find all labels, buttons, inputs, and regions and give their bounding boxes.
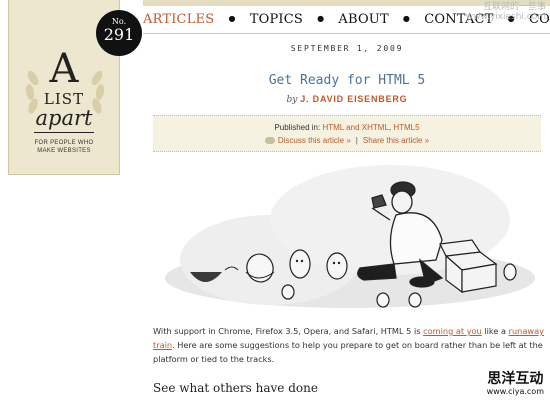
logo-letter: A [49, 46, 79, 92]
watermark-top-cn: 互联网的一些事 [482, 2, 546, 12]
issue-number-badge[interactable]: No. 291 [96, 10, 142, 56]
watermark-top: 互联网的一些事 www.yixieshi.com [466, 2, 546, 22]
nav-separator: ● [402, 14, 411, 23]
nav-separator: ● [228, 14, 236, 23]
watermark-bottom: 思洋互动 www.ciya.com [487, 371, 544, 396]
share-link[interactable]: Share this article » [363, 136, 429, 145]
para-text-2: like a [481, 326, 509, 336]
nav-item-about[interactable]: ABOUT [338, 12, 388, 27]
logo-tagline-1: FOR PEOPLE WHO [34, 140, 94, 146]
published-box: Published in: HTML and XHTML, HTML5 Disc… [153, 115, 541, 152]
issue-label: No. [111, 17, 127, 26]
nav-divider [143, 33, 550, 34]
nav-item-topics[interactable]: TOPICS [250, 12, 303, 27]
published-label: Published in: [274, 123, 321, 132]
share-separator: | [355, 136, 358, 145]
watermark-bottom-cn: 思洋互动 [487, 371, 544, 387]
article-date: SEPTEMBER 1, 2009 [290, 44, 404, 53]
article-byline: by J. DAVID EISENBERG [153, 94, 541, 105]
section-heading: See what others have done [153, 381, 318, 395]
article-intro-paragraph: With support in Chrome, Firefox 3.5, Ope… [153, 324, 545, 366]
discuss-link[interactable]: Discuss this article » [278, 136, 351, 145]
tag-link-html-xhtml[interactable]: HTML and XHTML [322, 123, 388, 132]
para-text-3: . Here are some suggestions to help you … [153, 340, 543, 364]
logo-rule [34, 132, 94, 133]
watermark-top-url: www.yixieshi.com [465, 12, 546, 22]
tag-separator: , [388, 123, 392, 132]
speech-bubble-icon [264, 137, 275, 144]
article-illustration [165, 165, 535, 308]
issue-number: 291 [103, 25, 135, 44]
para-text-1: With support in Chrome, Firefox 3.5, Ope… [153, 326, 424, 336]
watermark-bottom-url: www.ciya.com [486, 387, 544, 396]
logo-tagline-2: MAKE WEBSITES [37, 148, 91, 154]
discuss-share-line: Discuss this article » | Share this articl… [153, 136, 541, 145]
nav-item-articles[interactable]: ARTICLES [143, 12, 214, 27]
byline-by: by [286, 95, 298, 105]
published-line: Published in: HTML and XHTML, HTML5 [153, 123, 541, 132]
article-title[interactable]: Get Ready for HTML 5 [153, 73, 541, 88]
nav-separator: ● [317, 14, 325, 23]
author-link[interactable]: J. DAVID EISENBERG [300, 94, 407, 104]
coming-at-you-link[interactable]: coming at you [423, 326, 482, 336]
logo-apart-text: apart [35, 106, 93, 130]
tag-link-html5[interactable]: HTML5 [393, 123, 419, 132]
